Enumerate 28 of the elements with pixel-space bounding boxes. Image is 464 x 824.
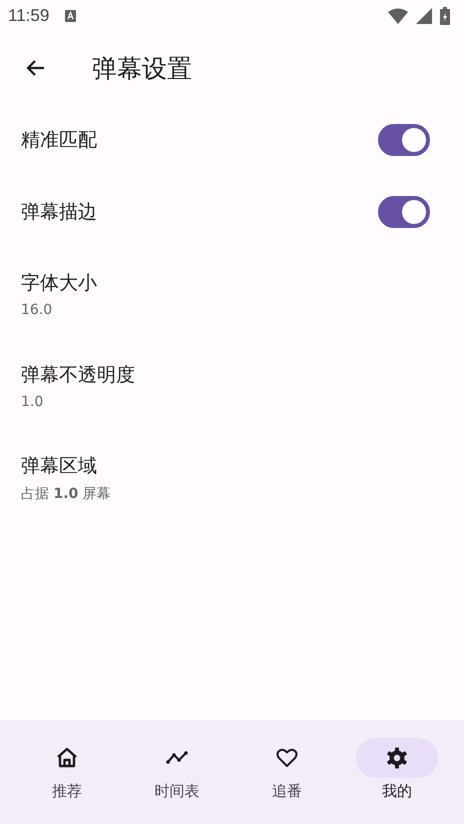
toggle-switch[interactable] xyxy=(378,124,430,156)
nav-tab[interactable]: 我的 xyxy=(342,720,452,824)
signal-icon xyxy=(416,8,432,24)
setting-label: 精准匹配 xyxy=(21,128,97,153)
page-title: 弹幕设置 xyxy=(92,52,192,84)
nav-tab[interactable]: 推荐 xyxy=(12,720,122,824)
wifi-icon xyxy=(388,8,408,24)
status-time: 11:59 xyxy=(8,6,50,26)
setting-value: 16.0 xyxy=(21,302,54,318)
setting-label: 弹幕区域 xyxy=(21,454,98,479)
setting-label: 字体大小 xyxy=(21,271,98,296)
heart-icon xyxy=(275,746,299,770)
setting-value: 占据 1.0 屏幕 xyxy=(21,485,112,503)
setting-row[interactable]: 字体大小 16.0 xyxy=(0,248,464,340)
toggle-switch[interactable] xyxy=(378,196,430,228)
setting-value: 1.0 xyxy=(21,394,44,410)
setting-row[interactable]: 精准匹配 xyxy=(0,104,464,176)
setting-row[interactable]: 弹幕不透明度 1.0 xyxy=(0,340,464,432)
setting-row[interactable]: 弹幕描边 xyxy=(0,176,464,248)
setting-label: 弹幕描边 xyxy=(21,200,97,225)
nav-tab[interactable]: 追番 xyxy=(232,720,342,824)
gear-icon xyxy=(385,746,409,770)
home-icon xyxy=(55,746,79,770)
battery-icon xyxy=(440,7,450,25)
setting-label: 弹幕不透明度 xyxy=(21,363,136,388)
notification-icon xyxy=(65,10,76,22)
setting-row[interactable]: 弹幕区域 占据 1.0 屏幕 xyxy=(0,432,464,524)
nav-tab[interactable]: 时间表 xyxy=(122,720,232,824)
